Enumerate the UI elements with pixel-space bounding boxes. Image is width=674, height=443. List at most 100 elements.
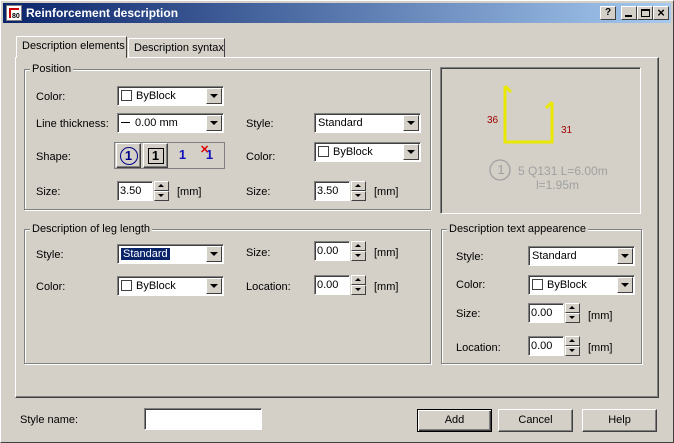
- help-caption-button[interactable]: ?: [600, 6, 616, 20]
- position-size2-label: Size:: [246, 186, 271, 198]
- spin-down-icon[interactable]: [351, 191, 366, 201]
- dropdown-arrow-icon[interactable]: [403, 115, 419, 131]
- style-name-input[interactable]: [144, 408, 262, 430]
- spin-down-icon[interactable]: [351, 251, 366, 261]
- add-button[interactable]: Add: [417, 409, 492, 432]
- line-sample-icon: [121, 122, 130, 123]
- spin-down-icon[interactable]: [565, 346, 580, 356]
- color-swatch-icon: [121, 280, 132, 291]
- text-style-combo[interactable]: Standard: [528, 246, 635, 266]
- shape-square-icon: 1: [147, 148, 164, 164]
- window-title: Reinforcement description: [26, 6, 179, 20]
- leg-style-label: Style:: [36, 249, 64, 261]
- position-size2-spinner[interactable]: [351, 181, 366, 201]
- preview-pane: 36 31 1 5 Q131 L=6.00m l=1.95m: [440, 67, 641, 214]
- title-bar[interactable]: 80 Reinforcement description ? ×: [3, 3, 671, 23]
- spin-up-icon[interactable]: [351, 241, 366, 251]
- spin-down-icon[interactable]: [154, 191, 169, 201]
- position-color2-label: Color:: [246, 151, 276, 163]
- leg-length-group: [24, 229, 431, 364]
- tab-label: Description elements: [22, 40, 125, 52]
- minimize-icon: [625, 15, 632, 17]
- dropdown-arrow-icon[interactable]: [206, 246, 222, 262]
- dropdown-arrow-icon[interactable]: [206, 278, 222, 294]
- color-swatch-icon: [121, 90, 132, 101]
- tab-label: Description syntax: [134, 42, 224, 54]
- dropdown-arrow-icon[interactable]: [617, 248, 633, 264]
- rebar-shape: [503, 86, 554, 144]
- line-thickness-label: Line thickness:: [36, 118, 109, 130]
- minimize-button[interactable]: [621, 6, 637, 20]
- position-color2-combo[interactable]: ByBlock: [314, 142, 421, 162]
- spin-up-icon[interactable]: [351, 181, 366, 191]
- position-style-label: Style:: [246, 118, 274, 130]
- close-icon: ×: [657, 5, 665, 20]
- dropdown-arrow-icon[interactable]: [403, 144, 419, 160]
- text-location-label: Location:: [456, 342, 501, 354]
- preview-position-number: 1: [497, 162, 505, 177]
- shape-square-button[interactable]: 1: [143, 143, 168, 168]
- leg-size-unit: [mm]: [374, 247, 399, 259]
- position-size-unit: [mm]: [177, 186, 202, 198]
- shape-label: Shape:: [36, 151, 71, 163]
- text-size-unit: [mm]: [588, 310, 613, 322]
- leg-color-label: Color:: [36, 281, 66, 293]
- leg-location-input[interactable]: 0.00: [314, 275, 350, 295]
- leg-location-label: Location:: [246, 281, 291, 293]
- leg-size-input[interactable]: 0.00: [314, 241, 350, 261]
- dropdown-arrow-icon[interactable]: [206, 115, 222, 131]
- tab-description-elements[interactable]: Description elements: [16, 36, 127, 58]
- leg-length-legend: Description of leg length: [30, 223, 153, 236]
- dropdown-arrow-icon[interactable]: [206, 88, 222, 104]
- close-button[interactable]: ×: [653, 6, 669, 20]
- position-style-combo[interactable]: Standard: [314, 113, 421, 133]
- text-color-combo[interactable]: ByBlock: [528, 275, 635, 295]
- position-group: [24, 69, 431, 210]
- leg-style-combo[interactable]: Standard: [117, 244, 224, 264]
- spin-down-icon[interactable]: [565, 313, 580, 323]
- color-swatch-icon: [318, 146, 329, 157]
- cross-icon: ✕: [200, 144, 210, 156]
- position-size-input[interactable]: 3.50: [117, 181, 153, 201]
- text-size-spinner[interactable]: [565, 303, 580, 323]
- cancel-button[interactable]: Cancel: [498, 409, 573, 432]
- dropdown-arrow-icon[interactable]: [617, 277, 633, 293]
- spin-up-icon[interactable]: [565, 336, 580, 346]
- text-appearance-legend: Description text appearence: [447, 223, 588, 236]
- position-size-spinner[interactable]: [154, 181, 169, 201]
- shape-none-button[interactable]: 1 ✕: [197, 143, 222, 168]
- position-color-combo[interactable]: ByBlock: [117, 86, 224, 106]
- help-button[interactable]: Help: [582, 409, 657, 432]
- text-size-input[interactable]: 0.00: [528, 303, 564, 323]
- text-location-spinner[interactable]: [565, 336, 580, 356]
- text-location-input[interactable]: 0.00: [528, 336, 564, 356]
- leg-dimension-left: 36: [487, 115, 499, 126]
- shape-plain-button[interactable]: 1: [170, 143, 195, 168]
- line-thickness-combo[interactable]: 0.00 mm: [117, 113, 224, 133]
- spin-up-icon[interactable]: [351, 275, 366, 285]
- position-size-label: Size:: [36, 186, 61, 198]
- position-color-label: Color:: [36, 91, 66, 103]
- text-color-label: Color:: [456, 279, 486, 291]
- tab-description-syntax[interactable]: Description syntax: [128, 38, 225, 58]
- spin-up-icon[interactable]: [565, 303, 580, 313]
- shape-circle-icon: 1: [119, 147, 138, 165]
- leg-size-spinner[interactable]: [351, 241, 366, 261]
- spin-up-icon[interactable]: [154, 181, 169, 191]
- shape-button-group: 1 1 1 1 ✕: [114, 142, 225, 169]
- preview-line2: l=1.95m: [536, 178, 580, 192]
- text-location-unit: [mm]: [588, 342, 613, 354]
- leg-color-combo[interactable]: ByBlock: [117, 276, 224, 296]
- leg-location-spinner[interactable]: [351, 275, 366, 295]
- position-size2-unit: [mm]: [374, 186, 399, 198]
- position-size2-input[interactable]: 3.50: [314, 181, 350, 201]
- app-icon: 80: [6, 5, 22, 21]
- maximize-icon: [641, 9, 650, 17]
- spin-down-icon[interactable]: [351, 285, 366, 295]
- dialog-window: 80 Reinforcement description ? × Descrip…: [0, 0, 674, 443]
- maximize-button[interactable]: [637, 6, 653, 20]
- text-size-label: Size:: [456, 308, 481, 320]
- shape-circle-button[interactable]: 1: [116, 143, 141, 168]
- text-style-label: Style:: [456, 251, 484, 263]
- leg-size-label: Size:: [246, 247, 271, 259]
